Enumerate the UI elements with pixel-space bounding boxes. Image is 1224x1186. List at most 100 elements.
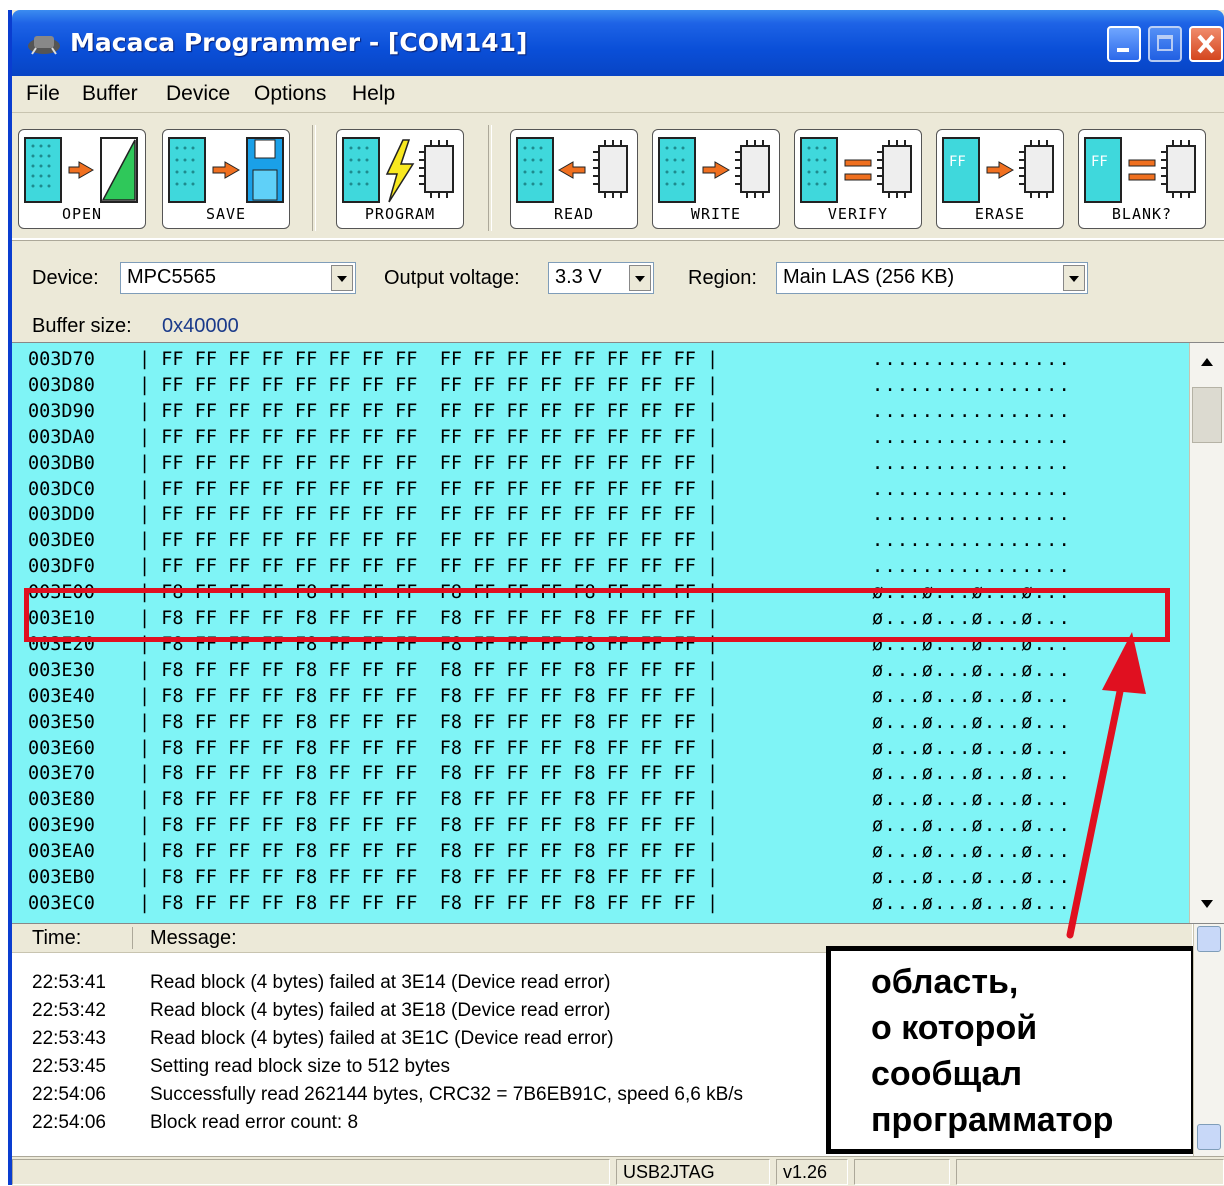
hex-address: 003E70 bbox=[28, 763, 95, 785]
message-column-header[interactable]: Message: bbox=[150, 927, 237, 950]
hex-bytes[interactable]: | FF FF FF FF FF FF FF FF FF FF FF FF FF… bbox=[139, 375, 718, 396]
hex-ascii[interactable]: ø...ø...ø...ø... bbox=[872, 893, 1071, 914]
menu-device[interactable]: Device bbox=[166, 82, 230, 106]
hex-ascii[interactable]: ø...ø...ø...ø... bbox=[872, 660, 1071, 681]
hex-bytes[interactable]: | FF FF FF FF FF FF FF FF FF FF FF FF FF… bbox=[139, 427, 718, 448]
read-button[interactable]: READ bbox=[510, 129, 638, 229]
scroll-up-icon[interactable] bbox=[1197, 926, 1221, 952]
hex-ascii[interactable]: ø...ø...ø...ø... bbox=[872, 815, 1071, 836]
status-bar: USB2JTAG v1.26 bbox=[12, 1156, 1224, 1186]
blank-check-icon: FF bbox=[1084, 137, 1196, 203]
hex-ascii[interactable]: ø...ø...ø...ø... bbox=[872, 841, 1071, 862]
open-button[interactable]: OPEN bbox=[18, 129, 146, 229]
hex-scrollbar[interactable] bbox=[1189, 343, 1224, 923]
erase-button[interactable]: FF ERASE bbox=[936, 129, 1064, 229]
scroll-up-icon[interactable] bbox=[1193, 347, 1221, 377]
hex-bytes[interactable]: | F8 FF FF FF F8 FF FF FF F8 FF FF FF F8… bbox=[139, 789, 718, 810]
hex-ascii[interactable]: ø...ø...ø...ø... bbox=[872, 763, 1071, 784]
hex-ascii[interactable]: ................ bbox=[872, 556, 1071, 577]
hex-ascii[interactable]: ................ bbox=[872, 530, 1071, 551]
hex-bytes[interactable]: | F8 FF FF FF F8 FF FF FF F8 FF FF FF F8… bbox=[139, 712, 718, 733]
chevron-down-icon[interactable] bbox=[1063, 265, 1085, 291]
hex-bytes[interactable]: | F8 FF FF FF F8 FF FF FF F8 FF FF FF F8… bbox=[139, 815, 718, 836]
hex-address: 003DC0 bbox=[28, 478, 95, 500]
scroll-down-icon[interactable] bbox=[1193, 889, 1221, 919]
log-message: Setting read block size to 512 bytes bbox=[150, 1056, 450, 1077]
hex-ascii[interactable]: ................ bbox=[872, 375, 1071, 396]
menu-help[interactable]: Help bbox=[352, 82, 395, 106]
title-bar[interactable]: Macaca Programmer - [COM141] bbox=[12, 10, 1224, 76]
hex-bytes[interactable]: | FF FF FF FF FF FF FF FF FF FF FF FF FF… bbox=[139, 453, 718, 474]
hex-bytes[interactable]: | FF FF FF FF FF FF FF FF FF FF FF FF FF… bbox=[139, 530, 718, 551]
program-button[interactable]: PROGRAM bbox=[336, 129, 464, 229]
save-button[interactable]: SAVE bbox=[162, 129, 290, 229]
menu-buffer[interactable]: Buffer bbox=[82, 82, 138, 106]
hex-bytes[interactable]: | F8 FF FF FF F8 FF FF FF F8 FF FF FF F8… bbox=[139, 686, 718, 707]
column-divider bbox=[132, 927, 133, 949]
log-time: 22:53:43 bbox=[32, 1028, 106, 1049]
verify-label: VERIFY bbox=[827, 205, 889, 223]
time-column-header[interactable]: Time: bbox=[32, 927, 81, 950]
hex-bytes[interactable]: | F8 FF FF FF F8 FF FF FF F8 FF FF FF F8… bbox=[139, 660, 718, 681]
region-select[interactable]: Main LAS (256 KB) bbox=[776, 262, 1088, 294]
maximize-button[interactable] bbox=[1148, 26, 1182, 62]
hex-ascii[interactable]: ø...ø...ø...ø... bbox=[872, 712, 1071, 733]
hex-view[interactable]: 003D70 | FF FF FF FF FF FF FF FF FF FF FF… bbox=[12, 342, 1224, 924]
status-version: v1.26 bbox=[776, 1159, 848, 1185]
write-button[interactable]: WRITE bbox=[652, 129, 780, 229]
hex-bytes[interactable]: | F8 FF FF FF F8 FF FF FF F8 FF FF FF F8… bbox=[139, 763, 718, 784]
scroll-thumb[interactable] bbox=[1192, 387, 1222, 443]
blank-check-button[interactable]: FF BLANK? bbox=[1078, 129, 1206, 229]
hex-ascii[interactable]: ø...ø...ø...ø... bbox=[872, 686, 1071, 707]
log-time: 22:53:42 bbox=[32, 1000, 106, 1021]
hex-ascii[interactable]: ø...ø...ø...ø... bbox=[872, 867, 1071, 888]
hex-bytes[interactable]: | FF FF FF FF FF FF FF FF FF FF FF FF FF… bbox=[139, 556, 718, 577]
erase-label: ERASE bbox=[974, 205, 1026, 223]
programmer-window: Macaca Programmer - [COM141] File Buffer… bbox=[8, 10, 1224, 1186]
hex-ascii[interactable]: ................ bbox=[872, 427, 1071, 448]
hex-ascii[interactable]: ø...ø...ø...ø... bbox=[872, 789, 1071, 810]
status-panel bbox=[12, 1159, 610, 1185]
log-time: 22:54:06 bbox=[32, 1084, 106, 1105]
program-label: PROGRAM bbox=[364, 205, 436, 223]
hex-ascii[interactable]: ................ bbox=[872, 504, 1071, 525]
menu-file[interactable]: File bbox=[26, 82, 60, 106]
region-select-value: Main LAS (256 KB) bbox=[783, 266, 955, 288]
hex-ascii[interactable]: ................ bbox=[872, 401, 1071, 422]
hex-bytes[interactable]: | F8 FF FF FF F8 FF FF FF F8 FF FF FF F8… bbox=[139, 841, 718, 862]
voltage-select[interactable]: 3.3 V bbox=[548, 262, 654, 294]
hex-ascii[interactable]: ................ bbox=[872, 479, 1071, 500]
hex-bytes[interactable]: | F8 FF FF FF F8 FF FF FF F8 FF FF FF F8… bbox=[139, 738, 718, 759]
close-button[interactable] bbox=[1189, 26, 1223, 62]
hex-address: 003EC0 bbox=[28, 892, 95, 914]
status-panel bbox=[956, 1159, 1224, 1185]
chevron-down-icon[interactable] bbox=[629, 265, 651, 291]
minimize-button[interactable] bbox=[1107, 26, 1141, 62]
verify-button[interactable]: VERIFY bbox=[794, 129, 922, 229]
hex-bytes[interactable]: | FF FF FF FF FF FF FF FF FF FF FF FF FF… bbox=[139, 401, 718, 422]
hex-address: 003DA0 bbox=[28, 426, 95, 448]
open-label: OPEN bbox=[61, 205, 103, 223]
blank-check-label: BLANK? bbox=[1111, 205, 1173, 223]
hex-bytes[interactable]: | F8 FF FF FF F8 FF FF FF F8 FF FF FF F8… bbox=[139, 893, 718, 914]
scroll-down-icon[interactable] bbox=[1197, 1124, 1221, 1150]
log-message: Read block (4 bytes) failed at 3E18 (Dev… bbox=[150, 1000, 611, 1021]
log-scrollbar[interactable] bbox=[1193, 924, 1224, 1156]
hex-address: 003E80 bbox=[28, 789, 95, 811]
save-icon bbox=[168, 137, 284, 203]
hex-ascii[interactable]: ø...ø...ø...ø... bbox=[872, 738, 1071, 759]
hex-ascii[interactable]: ................ bbox=[872, 349, 1071, 370]
annotation-line: о которой bbox=[871, 1009, 1038, 1047]
menu-options[interactable]: Options bbox=[254, 82, 326, 106]
hex-address: 003DB0 bbox=[28, 452, 95, 474]
hex-bytes[interactable]: | FF FF FF FF FF FF FF FF FF FF FF FF FF… bbox=[139, 504, 718, 525]
hex-address: 003E60 bbox=[28, 737, 95, 759]
log-time: 22:53:45 bbox=[32, 1056, 106, 1077]
hex-bytes[interactable]: | FF FF FF FF FF FF FF FF FF FF FF FF FF… bbox=[139, 349, 718, 370]
hex-ascii[interactable]: ................ bbox=[872, 453, 1071, 474]
hex-bytes[interactable]: | F8 FF FF FF F8 FF FF FF F8 FF FF FF F8… bbox=[139, 867, 718, 888]
hex-bytes[interactable]: | FF FF FF FF FF FF FF FF FF FF FF FF FF… bbox=[139, 479, 718, 500]
device-select[interactable]: MPC5565 bbox=[120, 262, 356, 294]
hex-address: 003E30 bbox=[28, 659, 95, 681]
chevron-down-icon[interactable] bbox=[331, 265, 353, 291]
